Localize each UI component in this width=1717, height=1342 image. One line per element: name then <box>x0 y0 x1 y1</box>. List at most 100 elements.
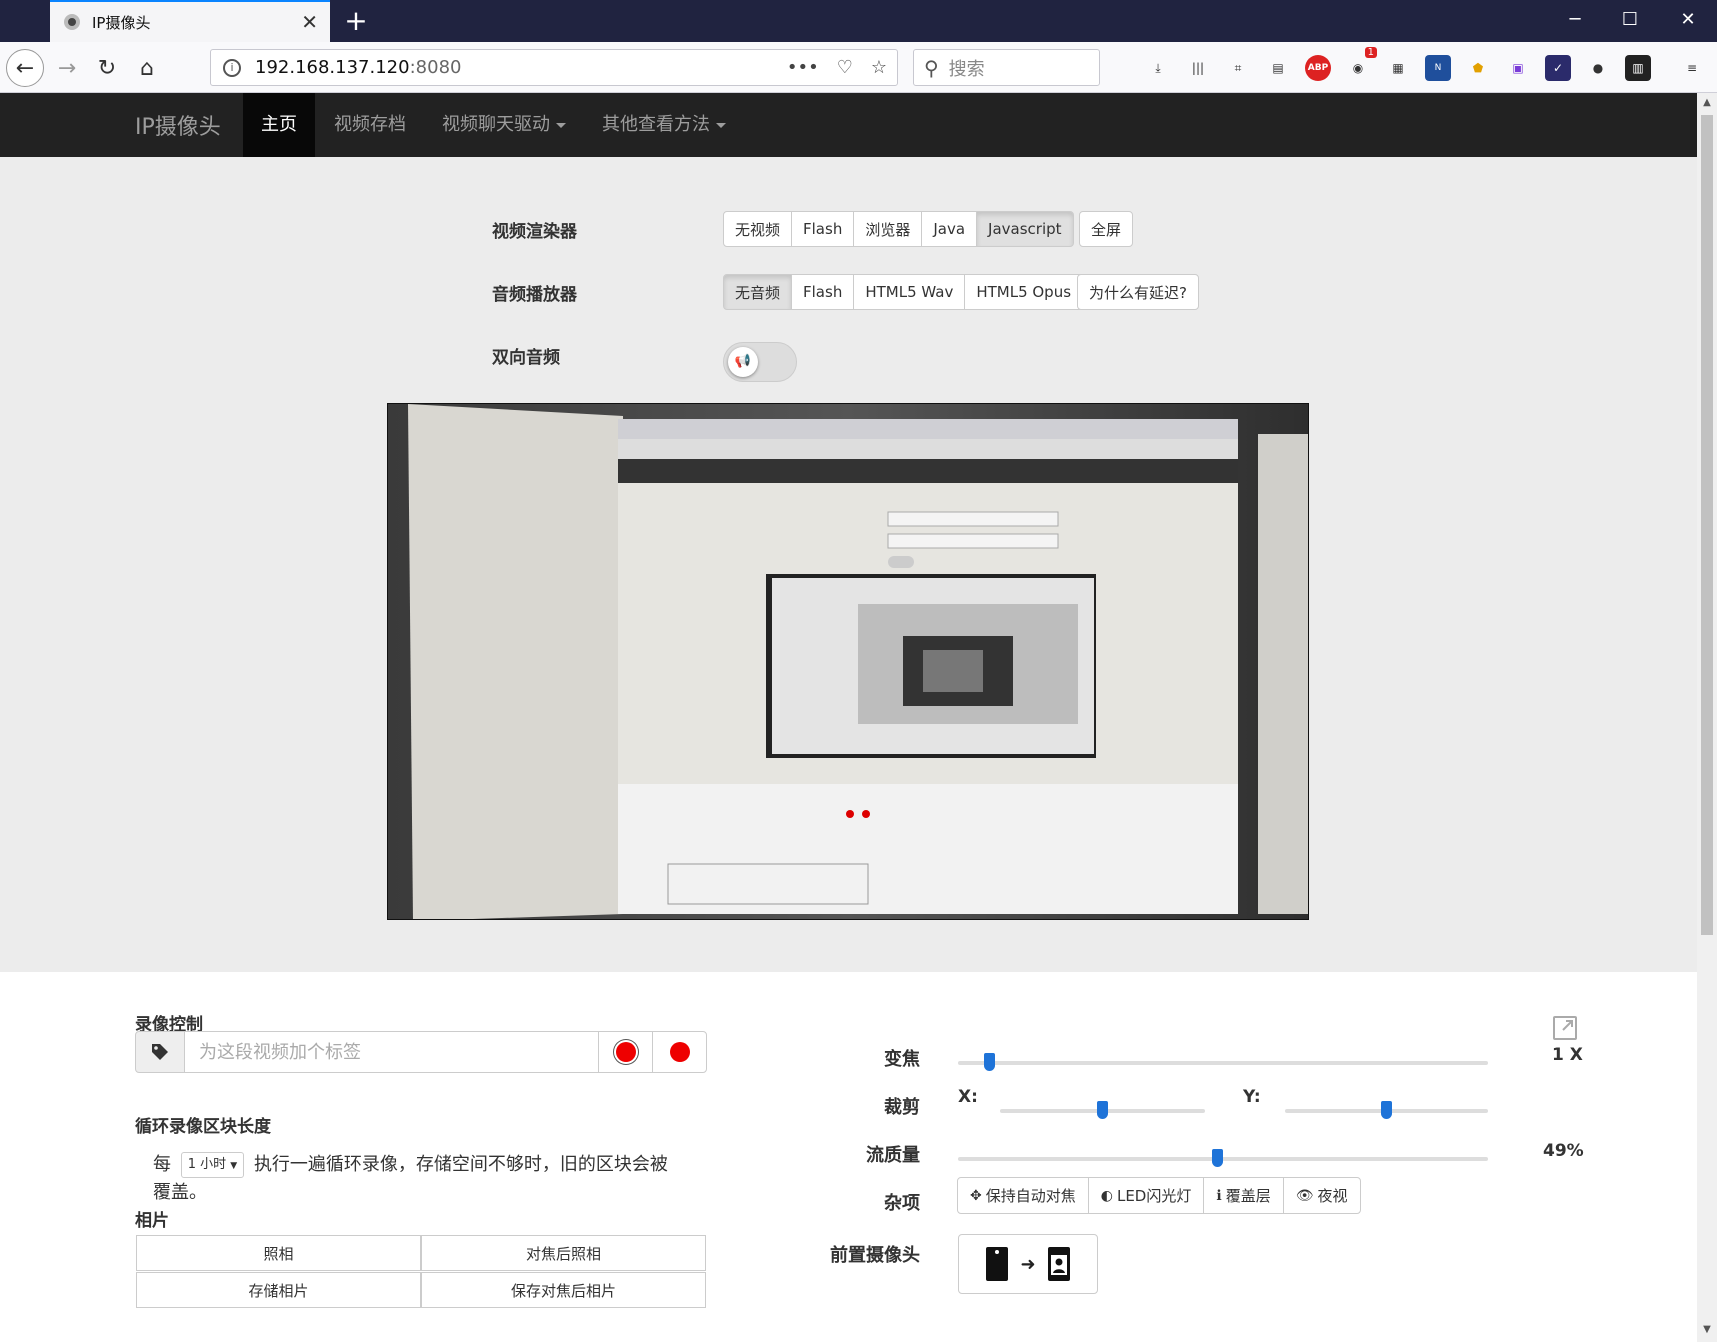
forward-button[interactable]: → <box>48 49 86 87</box>
external-link-icon[interactable] <box>1553 1016 1577 1040</box>
url-bar[interactable]: i 192.168.137.120 :8080 ••• ♡ ☆ <box>210 49 898 86</box>
grid-extension-icon[interactable]: ▣ <box>1505 55 1531 81</box>
home-button[interactable]: ⌂ <box>128 49 166 87</box>
keep-autofocus-button[interactable]: ✥ 保持自动对焦 <box>957 1177 1089 1214</box>
browser-tab[interactable]: IP摄像头 ✕ <box>50 0 330 42</box>
adblock-icon[interactable]: ABP <box>1305 55 1331 81</box>
account-icon[interactable]: ● <box>1585 55 1611 81</box>
audio-player-group: 无音频 Flash HTML5 Wav HTML5 Opus <box>723 274 1084 310</box>
quality-slider-handle[interactable] <box>1212 1149 1223 1167</box>
quality-slider[interactable] <box>958 1149 1488 1167</box>
video-renderer-label: 视频渲染器 <box>492 222 577 242</box>
nav-other-viewing-label: 其他查看方法 <box>602 114 710 135</box>
crop-y-slider-handle[interactable] <box>1381 1101 1392 1119</box>
chevron-down-icon <box>716 122 726 128</box>
controls-section: 录像控制 循环录像区块长度 每 1 小时 ▼ 执行一遍循环录像，存储空间不够时，… <box>0 972 1697 1342</box>
shield-icon[interactable]: ⬟ <box>1465 55 1491 81</box>
store-photo-button[interactable]: 存储相片 <box>136 1272 421 1308</box>
sidebar-icon[interactable]: ▤ <box>1265 55 1291 81</box>
zoom-label: 变焦 <box>884 1049 920 1070</box>
camera-video-feed[interactable] <box>387 403 1309 920</box>
why-delay-button[interactable]: 为什么有延迟? <box>1077 274 1199 310</box>
loop-length-select[interactable]: 1 小时 ▼ <box>180 1152 245 1178</box>
extension-badge-icon[interactable]: ◉ 1 <box>1345 47 1377 81</box>
zoom-slider[interactable] <box>958 1053 1488 1071</box>
audio-html5-opus-button[interactable]: HTML5 Opus <box>964 274 1084 310</box>
video-renderer-group: 无视频 Flash 浏览器 Java Javascript <box>723 211 1074 247</box>
fullscreen-button[interactable]: 全屏 <box>1079 211 1134 247</box>
calendar-icon[interactable]: ▥ <box>1625 55 1651 81</box>
audio-none-button[interactable]: 无音频 <box>723 274 793 310</box>
recording-tag-group <box>135 1031 707 1073</box>
loop-length-value: 1 小时 <box>187 1157 227 1172</box>
close-tab-icon[interactable]: ✕ <box>301 10 318 34</box>
crop-x-slider[interactable] <box>1000 1101 1205 1119</box>
screenshot-icon[interactable]: ⌗ <box>1225 55 1251 81</box>
scroll-down-icon[interactable]: ▼ <box>1701 1324 1713 1338</box>
news-icon[interactable]: N <box>1425 55 1451 81</box>
maximize-icon[interactable]: ☐ <box>1610 6 1650 34</box>
browser-toolbar: ← → ↻ ⌂ i 192.168.137.120 :8080 ••• ♡ ☆ … <box>0 42 1717 93</box>
video-tag-input[interactable] <box>185 1031 599 1073</box>
night-vision-label: 夜视 <box>1317 1187 1348 1205</box>
front-camera-switch-button[interactable]: ➜ <box>958 1234 1098 1294</box>
checkbox-icon[interactable]: ✓ <box>1545 55 1571 81</box>
nav-other-viewing[interactable]: 其他查看方法 <box>584 93 744 157</box>
record-loop-button[interactable] <box>598 1031 653 1073</box>
loop-prefix: 每 <box>153 1154 171 1175</box>
info-icon: ℹ <box>1216 1187 1222 1204</box>
scroll-up-icon[interactable]: ▲ <box>1701 97 1713 111</box>
search-box[interactable]: ⚲ 搜索 <box>913 49 1100 86</box>
bookmark-star-icon[interactable]: ☆ <box>871 57 887 78</box>
store-focus-photo-button[interactable]: 保存对焦后相片 <box>421 1272 706 1308</box>
video-frame-image <box>388 404 1308 919</box>
led-flash-button[interactable]: ◐ LED闪光灯 <box>1087 1177 1205 1214</box>
renderer-browser-button[interactable]: 浏览器 <box>853 211 923 247</box>
half-circle-icon: ◐ <box>1100 1187 1113 1204</box>
qr-code-icon[interactable]: ▦ <box>1385 55 1411 81</box>
overlay-button[interactable]: ℹ 覆盖层 <box>1203 1177 1284 1214</box>
night-vision-button[interactable]: 👁 夜视 <box>1282 1177 1361 1214</box>
window-close-icon[interactable]: ✕ <box>1668 6 1708 34</box>
menu-icon[interactable]: ≡ <box>1679 55 1705 81</box>
brand-logo[interactable]: IP摄像头 <box>135 109 221 141</box>
app-navbar: IP摄像头 主页 视频存档 视频聊天驱动 其他查看方法 <box>0 93 1697 157</box>
audio-player-label: 音频播放器 <box>492 285 577 305</box>
photos-title: 相片 <box>135 1211 169 1231</box>
renderer-flash-button[interactable]: Flash <box>791 211 855 247</box>
loop-title: 循环录像区块长度 <box>135 1117 271 1137</box>
minimize-icon[interactable]: ─ <box>1555 6 1595 34</box>
two-way-audio-label: 双向音频 <box>492 348 560 368</box>
download-icon[interactable]: ⤓ <box>1145 55 1171 81</box>
nav-home[interactable]: 主页 <box>243 93 315 157</box>
pocket-icon[interactable]: ♡ <box>837 57 853 78</box>
record-loop-icon <box>615 1042 636 1062</box>
crop-x-slider-handle[interactable] <box>1097 1101 1108 1119</box>
record-button[interactable] <box>652 1031 707 1073</box>
zoom-slider-handle[interactable] <box>984 1053 995 1071</box>
reload-button[interactable]: ↻ <box>88 49 126 87</box>
focus-take-photo-button[interactable]: 对焦后照相 <box>421 1235 706 1271</box>
take-photo-button[interactable]: 照相 <box>136 1235 421 1271</box>
scrollbar-thumb[interactable] <box>1701 115 1713 935</box>
page-actions-icon[interactable]: ••• <box>787 57 819 78</box>
audio-html5-wav-button[interactable]: HTML5 Wav <box>853 274 966 310</box>
library-icon[interactable]: ||| <box>1185 55 1211 81</box>
back-button[interactable]: ← <box>6 49 44 87</box>
arrow-right-icon: ➜ <box>1020 1253 1036 1275</box>
page-scrollbar[interactable]: ▲ ▼ <box>1697 93 1717 1342</box>
led-flash-label: LED闪光灯 <box>1116 1187 1192 1205</box>
audio-flash-button[interactable]: Flash <box>791 274 855 310</box>
new-tab-button[interactable]: + <box>340 4 372 37</box>
loop-description: 每 1 小时 ▼ 执行一遍循环录像，存储空间不够时，旧的区块会被覆盖。 <box>153 1151 683 1207</box>
nav-video-archive[interactable]: 视频存档 <box>316 93 424 157</box>
nav-video-chat-driver[interactable]: 视频聊天驱动 <box>424 93 584 157</box>
renderer-java-button[interactable]: Java <box>921 211 978 247</box>
renderer-none-button[interactable]: 无视频 <box>723 211 793 247</box>
two-way-audio-toggle[interactable]: 📢 <box>723 342 797 382</box>
renderer-javascript-button[interactable]: Javascript <box>976 211 1074 247</box>
crop-y-slider[interactable] <box>1285 1101 1488 1119</box>
chevron-down-icon <box>556 122 566 128</box>
info-icon[interactable]: i <box>223 58 241 77</box>
eye-icon: 👁 <box>1295 1187 1314 1204</box>
